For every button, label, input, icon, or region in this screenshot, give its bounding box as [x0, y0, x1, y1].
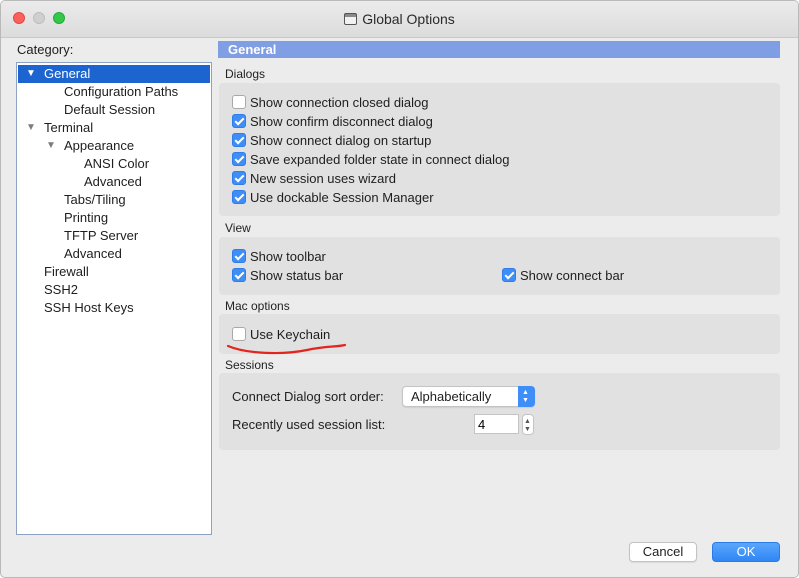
checkmark-icon[interactable]	[232, 249, 246, 263]
tree-item-ssh-host-keys[interactable]: SSH Host Keys	[18, 299, 210, 317]
view-group	[219, 237, 780, 295]
sort-order-select[interactable]: Alphabetically ▲ ▼	[402, 386, 535, 407]
tree-item-terminal[interactable]: ▼ Terminal	[18, 119, 210, 137]
recent-sessions-input[interactable]	[474, 414, 519, 434]
up-down-chevron-icon[interactable]: ▲ ▼	[518, 386, 535, 407]
triangle-down-icon[interactable]: ▼	[26, 119, 36, 137]
sessions-section-label: Sessions	[225, 358, 274, 372]
checkbox-box[interactable]	[232, 95, 246, 109]
stepper-up-icon[interactable]: ▲	[524, 418, 531, 425]
tree-item-default-session[interactable]: Default Session	[18, 101, 210, 119]
tree-item-printing[interactable]: Printing	[18, 209, 210, 227]
window-app-icon	[344, 13, 358, 25]
recent-sessions-stepper[interactable]: ▲ ▼	[522, 414, 534, 435]
ok-button[interactable]: OK	[712, 542, 780, 562]
category-tree[interactable]: ▼ General Configuration Paths Default Se…	[16, 62, 212, 535]
tree-item-appearance-advanced[interactable]: Advanced	[18, 173, 210, 191]
tree-item-tabs-tiling[interactable]: Tabs/Tiling	[18, 191, 210, 209]
checkmark-icon[interactable]	[232, 171, 246, 185]
cancel-button[interactable]: Cancel	[629, 542, 697, 562]
triangle-down-icon[interactable]: ▼	[46, 137, 56, 155]
panel-header: General	[218, 41, 780, 58]
checkmark-icon[interactable]	[232, 114, 246, 128]
title-bar: Global Options	[1, 1, 798, 38]
window-title-wrap: Global Options	[1, 11, 798, 27]
tree-item-appearance[interactable]: ▼ Appearance	[18, 137, 210, 155]
tree-item-ansi-color[interactable]: ANSI Color	[18, 155, 210, 173]
tree-item-firewall[interactable]: Firewall	[18, 263, 210, 281]
checkmark-icon[interactable]	[502, 268, 516, 282]
sessions-group	[219, 373, 780, 450]
tree-item-terminal-advanced[interactable]: Advanced	[18, 245, 210, 263]
dialogs-section-label: Dialogs	[225, 67, 266, 81]
global-options-window: Global Options Category: ▼ General Confi…	[0, 0, 799, 578]
triangle-down-icon[interactable]: ▼	[26, 65, 36, 83]
mac-options-section-label: Mac options	[225, 299, 290, 313]
view-section-label: View	[225, 221, 251, 235]
sort-order-value: Alphabetically	[411, 389, 492, 404]
stepper-down-icon[interactable]: ▼	[524, 426, 531, 433]
checkmark-icon[interactable]	[232, 268, 246, 282]
sort-order-label: Connect Dialog sort order:	[232, 389, 384, 404]
checkmark-icon[interactable]	[232, 152, 246, 166]
tree-item-tftp-server[interactable]: TFTP Server	[18, 227, 210, 245]
recent-sessions-label: Recently used session list:	[232, 417, 386, 432]
tree-item-general[interactable]: ▼ General	[18, 65, 210, 83]
checkbox-box[interactable]	[232, 327, 246, 341]
checkmark-icon[interactable]	[232, 133, 246, 147]
tree-item-ssh2[interactable]: SSH2	[18, 281, 210, 299]
category-label: Category:	[17, 42, 74, 57]
tree-item-configuration-paths[interactable]: Configuration Paths	[18, 83, 210, 101]
checkmark-icon[interactable]	[232, 190, 246, 204]
window-title: Global Options	[362, 11, 455, 27]
